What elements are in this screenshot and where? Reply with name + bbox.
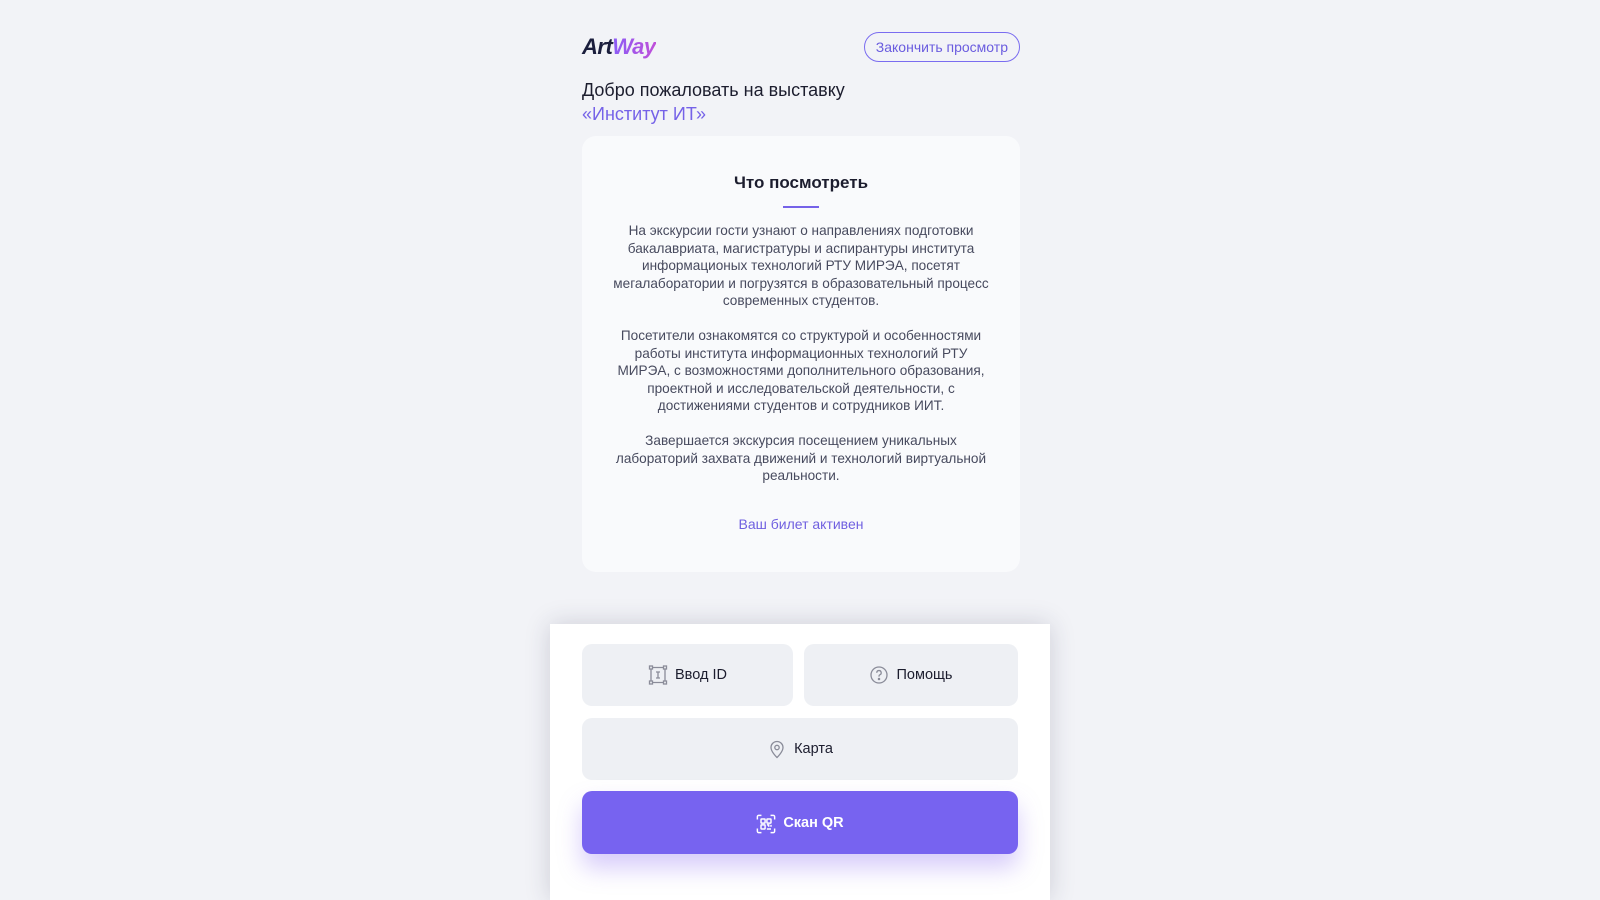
question-circle-icon: [869, 665, 889, 685]
action-panel: Ввод ID Помощь Карта Скан QR: [550, 624, 1050, 900]
qr-scan-icon: [756, 813, 776, 833]
enter-id-button[interactable]: Ввод ID: [582, 644, 793, 706]
end-view-button[interactable]: Закончить просмотр: [863, 32, 1020, 62]
card-paragraph-2: Посетители ознакомятся со структурой и о…: [617, 327, 985, 414]
card-paragraph-3: Завершается экскурсия посещением уникаль…: [615, 432, 987, 484]
id-frame-icon: [648, 665, 668, 685]
scan-qr-label: Скан QR: [783, 814, 844, 831]
page: ArtWay Закончить просмотр Добро пожалова…: [0, 0, 1600, 900]
card-title: Что посмотреть: [733, 173, 869, 192]
exhibition-name: «Институт ИТ»: [582, 104, 707, 124]
welcome-text: Добро пожаловать на выставку: [582, 80, 845, 100]
map-button[interactable]: Карта: [582, 718, 1018, 780]
map-label: Карта: [794, 741, 833, 757]
info-card: Что посмотреть На экскурсии гости узнают…: [582, 136, 1020, 572]
header: ArtWay Закончить просмотр: [582, 32, 1020, 62]
logo-way: Way: [612, 34, 656, 59]
help-label: Помощь: [896, 667, 953, 683]
title-divider: [783, 206, 819, 208]
help-button[interactable]: Помощь: [804, 644, 1018, 706]
ticket-status: Ваш билет активен: [738, 515, 864, 532]
artway-logo[interactable]: ArtWay: [582, 36, 656, 58]
scan-qr-button[interactable]: Скан QR: [582, 791, 1018, 854]
enter-id-label: Ввод ID: [675, 667, 727, 683]
logo-art: Art: [582, 34, 613, 59]
map-pin-icon: [767, 739, 787, 759]
welcome-heading: Добро пожаловать на выставку «Институт И…: [582, 78, 845, 126]
card-paragraph-1: На экскурсии гости узнают о направлениях…: [613, 223, 989, 309]
